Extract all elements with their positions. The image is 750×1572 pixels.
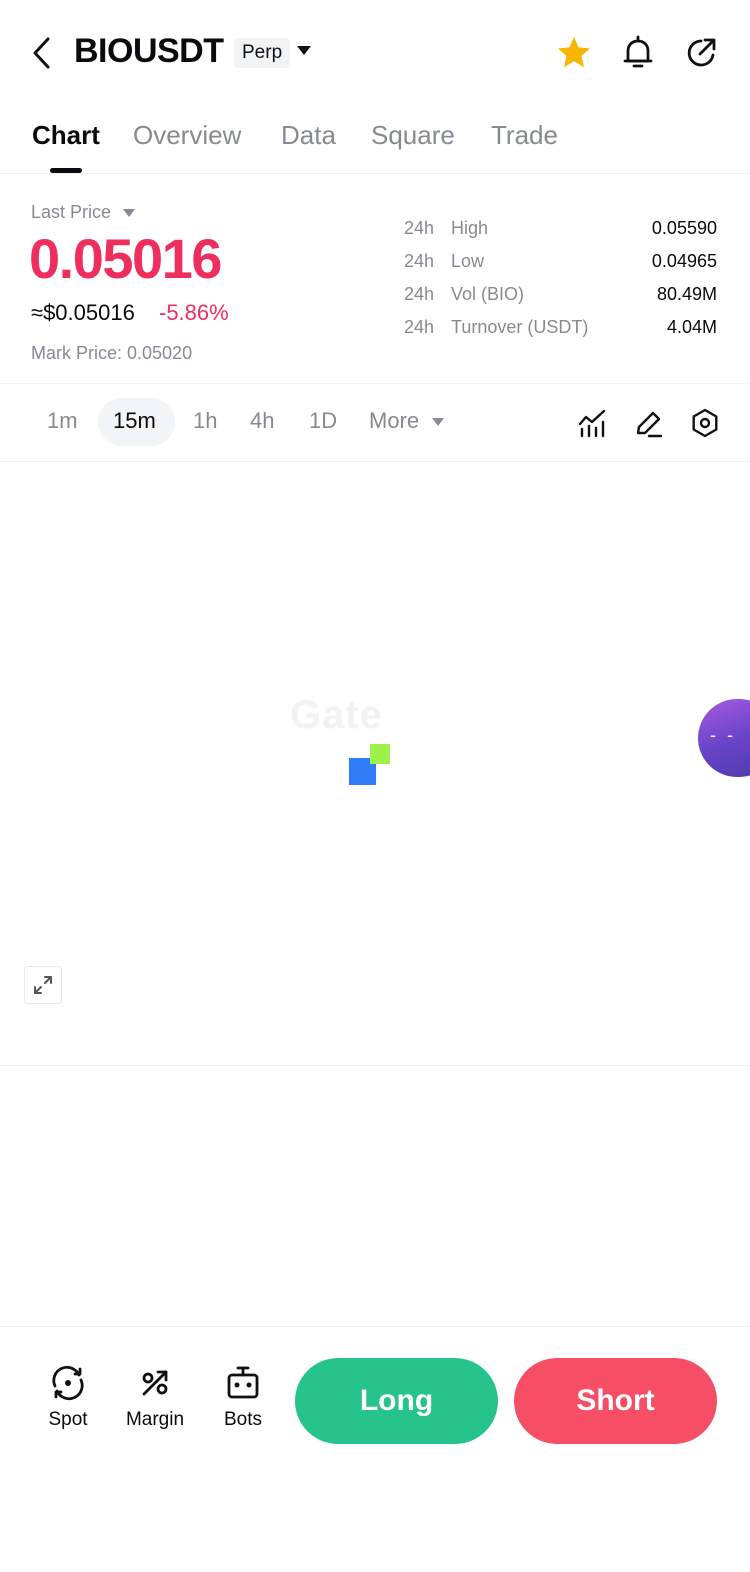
margin-button[interactable]: Margin — [124, 1363, 186, 1431]
loading-indicator-square-green — [370, 744, 390, 764]
stat-value: 0.04965 — [651, 251, 717, 271]
price-alert-button[interactable] — [619, 34, 657, 72]
bot-icon — [227, 1366, 259, 1399]
tab-chart[interactable]: Chart — [32, 120, 100, 151]
indicator-button[interactable] — [577, 408, 607, 438]
stat-low: 24h Low 0.04965 — [404, 251, 717, 277]
more-dropdown-icon[interactable] — [432, 418, 444, 426]
stat-value: 4.04M — [666, 317, 717, 337]
stat-period: 24h — [404, 284, 435, 304]
tab-square[interactable]: Square — [371, 120, 455, 151]
symbol-title[interactable]: BIOUSDT — [74, 32, 224, 71]
indicator-icon — [578, 409, 606, 438]
mark-price: Mark Price: 0.05020 — [31, 343, 193, 363]
tab-overview[interactable]: Overview — [133, 120, 241, 151]
tab-bar: Chart Overview Data Square Trade — [0, 106, 750, 174]
spot-icon — [52, 1365, 84, 1401]
short-button[interactable]: Short — [514, 1358, 717, 1444]
stat-label: Turnover (USDT) — [451, 317, 589, 337]
long-button[interactable]: Long — [295, 1358, 498, 1444]
bottom-action-bar: Spot Margin Bots Long Short — [0, 1326, 750, 1572]
settings-icon — [692, 408, 718, 438]
header-bar: BIOUSDT Perp — [0, 0, 750, 106]
stat-high: 24h High 0.05590 — [404, 218, 717, 244]
draw-icon — [636, 411, 663, 438]
draw-button[interactable] — [634, 408, 664, 438]
stat-value: 80.49M — [656, 284, 717, 304]
assistant-bubble-face: - - — [710, 725, 736, 745]
tab-trade[interactable]: Trade — [491, 120, 558, 151]
price-type-dropdown-icon[interactable] — [123, 209, 135, 217]
favorite-button[interactable] — [555, 34, 593, 72]
stat-volume: 24h Vol (BIO) 80.49M — [404, 284, 717, 310]
spot-button[interactable]: Spot — [42, 1363, 94, 1431]
spot-label: Spot — [48, 1409, 88, 1430]
share-button[interactable] — [682, 34, 720, 72]
stat-turnover: 24h Turnover (USDT) 4.04M — [404, 317, 717, 343]
bots-label: Bots — [223, 1409, 263, 1430]
last-price-value: 0.05016 — [29, 227, 222, 290]
change-percent: -5.86% — [159, 300, 229, 325]
fullscreen-button[interactable] — [24, 966, 62, 1004]
back-icon — [33, 37, 50, 69]
price-summary: Last Price 0.05016 ≈$0.05016 -5.86% Mark… — [0, 174, 750, 384]
assistant-bubble[interactable]: - - — [698, 699, 750, 777]
last-price-label[interactable]: Last Price — [31, 202, 111, 223]
interval-4h[interactable]: 4h — [250, 408, 274, 434]
back-button[interactable] — [28, 34, 58, 72]
interval-1d[interactable]: 1D — [309, 408, 337, 434]
symbol-dropdown-icon[interactable] — [297, 46, 311, 55]
gate-watermark: Gate — [290, 693, 383, 737]
stat-period: 24h — [404, 218, 435, 238]
stat-value: 0.05590 — [651, 218, 717, 238]
contract-type-badge[interactable]: Perp — [234, 38, 291, 68]
tab-data[interactable]: Data — [281, 120, 336, 151]
interval-1h[interactable]: 1h — [193, 408, 217, 434]
margin-label: Margin — [125, 1409, 185, 1430]
interval-1m[interactable]: 1m — [47, 408, 78, 434]
usd-price-value: ≈$0.05016 — [31, 300, 135, 325]
chart-settings-button[interactable] — [690, 408, 720, 438]
stat-period: 24h — [404, 317, 435, 337]
margin-icon — [142, 1370, 168, 1396]
share-icon — [687, 38, 716, 67]
chart-canvas[interactable]: Gate - - — [0, 463, 750, 1066]
stat-label: Low — [451, 251, 485, 271]
stat-label: High — [451, 218, 489, 238]
bots-button[interactable]: Bots — [220, 1363, 266, 1431]
stat-period: 24h — [404, 251, 435, 271]
star-icon — [558, 37, 590, 68]
interval-toolbar: 1m 15m 1h 4h 1D More — [0, 384, 750, 462]
expand-icon — [34, 976, 52, 994]
bell-icon — [623, 35, 653, 68]
active-tab-indicator — [50, 168, 82, 173]
stat-label: Vol (BIO) — [451, 284, 525, 304]
interval-more[interactable]: More — [369, 408, 419, 434]
interval-15m[interactable]: 15m — [113, 408, 156, 434]
